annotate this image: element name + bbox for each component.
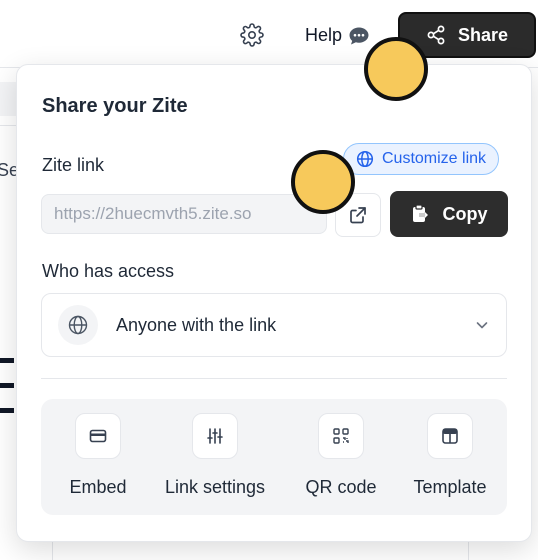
share-options-tray: Embed Link settings QR code Template [41,399,507,515]
zite-url-field[interactable]: https://2huecmvth5.zite.so [41,194,327,234]
sliders-icon [192,413,238,459]
customize-link-button[interactable]: Customize link [343,143,500,175]
help-label: Help [305,25,343,45]
qr-code-option[interactable]: QR code [301,399,381,515]
section-divider [41,378,507,379]
background-column-line [468,540,469,560]
embed-icon [75,413,121,459]
zite-url-text: https://2huecmvth5.zite.so [54,204,252,223]
share-nodes-icon [427,25,445,45]
chat-bubble-icon [348,26,370,46]
background-column-line [52,540,53,560]
settings-gear-icon[interactable] [240,23,264,47]
template-option-label: Template [413,477,487,497]
click-marker [291,150,355,214]
qr-code-option-label: QR code [305,477,377,497]
who-has-access-label: Who has access [42,261,175,281]
clipboard-copy-icon [412,204,429,222]
globe-icon [58,305,98,345]
template-icon [427,413,473,459]
embed-option-label: Embed [69,477,127,497]
background-bar [0,383,14,388]
qr-code-icon [318,413,364,459]
copy-link-button[interactable]: Copy [390,191,508,237]
share-panel: Share your Zite Zite link Customize link… [16,64,532,542]
external-link-icon [350,207,366,224]
customize-link-label: Customize link [382,150,487,167]
embed-option[interactable]: Embed [68,399,128,515]
help-button[interactable]: Help [305,25,370,46]
globe-icon [356,150,374,168]
copy-button-label: Copy [442,203,488,224]
template-option[interactable]: Template [405,399,495,515]
share-button-label: Share [457,24,509,45]
access-dropdown[interactable]: Anyone with the link [41,293,507,357]
access-selected-option: Anyone with the link [116,314,277,335]
link-settings-option-label: Link settings [164,477,266,497]
panel-title: Share your Zite [42,95,188,117]
click-marker [364,37,428,101]
background-bar [0,358,14,363]
chevron-down-icon [476,322,488,329]
zite-link-label: Zite link [42,155,105,175]
link-settings-option[interactable]: Link settings [158,399,272,515]
background-bar [0,408,14,413]
